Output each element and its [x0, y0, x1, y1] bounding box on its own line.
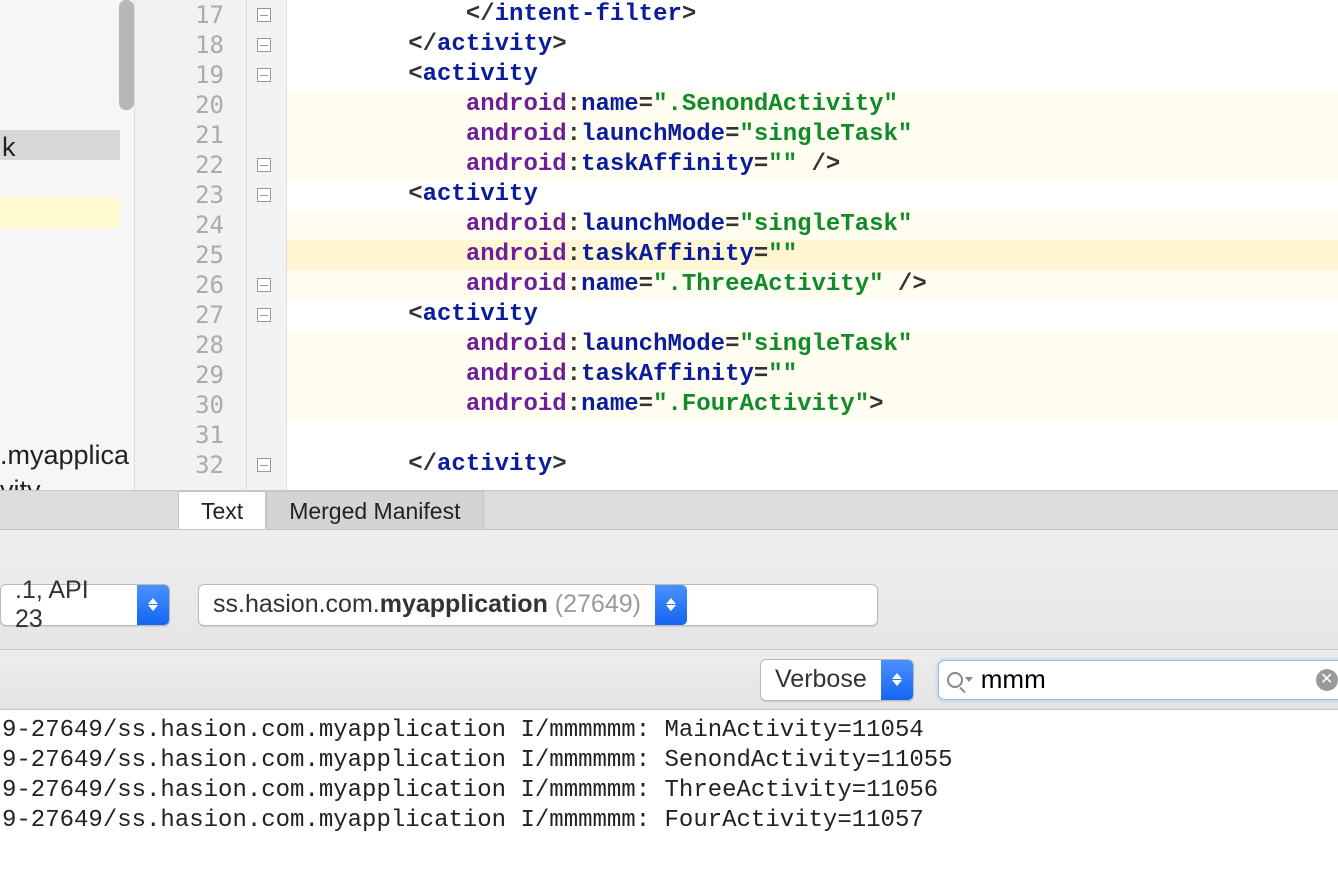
code-line[interactable]	[287, 420, 1338, 450]
code-line[interactable]: android:name=".ThreeActivity" />	[287, 270, 1338, 300]
log-line: 9-27649/ss.hasion.com.myapplication I/mm…	[0, 806, 1338, 836]
line-number-gutter[interactable]: 17181920212223242526272829303132	[135, 0, 247, 490]
line-number: 20	[135, 90, 224, 120]
line-number: 25	[135, 240, 224, 270]
search-icon	[947, 672, 963, 688]
log-level-select[interactable]: Verbose	[760, 659, 914, 701]
logcat-filter-toolbar: Verbose ✕	[0, 650, 1338, 710]
log-level-label: Verbose	[761, 665, 881, 694]
fold-marker[interactable]	[257, 278, 271, 292]
line-number: 30	[135, 390, 224, 420]
code-line[interactable]: </activity>	[287, 450, 1338, 480]
fold-marker[interactable]	[257, 188, 271, 202]
log-line: 9-27649/ss.hasion.com.myapplication I/mm…	[0, 776, 1338, 806]
process-select[interactable]: ss.hasion.com.myapplication (27649)	[198, 584, 878, 626]
log-line: 9-27649/ss.hasion.com.myapplication I/mm…	[0, 716, 1338, 746]
sidebar-item-label: .myapplica	[0, 440, 129, 471]
fold-marker[interactable]	[257, 158, 271, 172]
log-search-input[interactable]	[981, 664, 1316, 695]
line-number: 27	[135, 300, 224, 330]
line-number: 21	[135, 120, 224, 150]
project-sidebar-fragment: k .myapplica vity	[0, 0, 135, 490]
fold-marker[interactable]	[257, 458, 271, 472]
logcat-device-toolbar: .1, API 23 ss.hasion.com.myapplication (…	[0, 530, 1338, 650]
code-line[interactable]: <activity	[287, 180, 1338, 210]
editor-bottom-tabs: Text Merged Manifest	[0, 490, 1338, 530]
device-select-label: .1, API 23	[1, 576, 137, 634]
code-editor[interactable]: </intent-filter> </activity> <activity a…	[287, 0, 1338, 490]
line-number: 26	[135, 270, 224, 300]
code-line[interactable]: </activity>	[287, 30, 1338, 60]
line-number: 31	[135, 420, 224, 450]
code-line[interactable]: android:launchMode="singleTask"	[287, 210, 1338, 240]
sidebar-item-label: k	[2, 132, 16, 163]
fold-marker[interactable]	[257, 68, 271, 82]
sidebar-item[interactable]	[0, 198, 120, 228]
sidebar-item-selected[interactable]	[0, 130, 120, 160]
fold-marker[interactable]	[257, 8, 271, 22]
line-number: 22	[135, 150, 224, 180]
code-line[interactable]: android:name=".SenondActivity"	[287, 90, 1338, 120]
code-line[interactable]: android:taskAffinity="" />	[287, 150, 1338, 180]
code-line[interactable]: </intent-filter>	[287, 0, 1338, 30]
code-line[interactable]: android:launchMode="singleTask"	[287, 330, 1338, 360]
line-number: 18	[135, 30, 224, 60]
log-search-field[interactable]: ✕	[938, 660, 1338, 700]
code-line[interactable]: android:launchMode="singleTask"	[287, 120, 1338, 150]
line-number: 17	[135, 0, 224, 30]
fold-marker[interactable]	[257, 308, 271, 322]
line-number: 19	[135, 60, 224, 90]
code-line[interactable]: <activity	[287, 300, 1338, 330]
tab-merged-manifest[interactable]: Merged Manifest	[266, 491, 483, 529]
process-select-label: ss.hasion.com.myapplication (27649)	[199, 590, 655, 619]
sidebar-scrollbar[interactable]	[119, 0, 134, 110]
code-line[interactable]: android:taskAffinity=""	[287, 240, 1338, 270]
line-number: 29	[135, 360, 224, 390]
code-line[interactable]: <activity	[287, 60, 1338, 90]
line-number: 24	[135, 210, 224, 240]
editor-area: k .myapplica vity 1718192021222324252627…	[0, 0, 1338, 490]
line-number: 32	[135, 450, 224, 480]
line-number: 23	[135, 180, 224, 210]
dropdown-icon	[881, 660, 913, 700]
dropdown-icon	[137, 585, 169, 625]
sidebar-item-label: vity	[0, 475, 41, 490]
clear-icon[interactable]: ✕	[1316, 669, 1338, 691]
dropdown-icon	[655, 585, 687, 625]
fold-column[interactable]	[247, 0, 287, 490]
code-line[interactable]: android:name=".FourActivity">	[287, 390, 1338, 420]
chevron-down-icon	[965, 677, 973, 682]
tab-text[interactable]: Text	[178, 491, 266, 529]
device-select[interactable]: .1, API 23	[0, 584, 170, 626]
logcat-output[interactable]: 9-27649/ss.hasion.com.myapplication I/mm…	[0, 710, 1338, 880]
log-line: 9-27649/ss.hasion.com.myapplication I/mm…	[0, 746, 1338, 776]
code-line[interactable]: android:taskAffinity=""	[287, 360, 1338, 390]
line-number: 28	[135, 330, 224, 360]
fold-marker[interactable]	[257, 38, 271, 52]
